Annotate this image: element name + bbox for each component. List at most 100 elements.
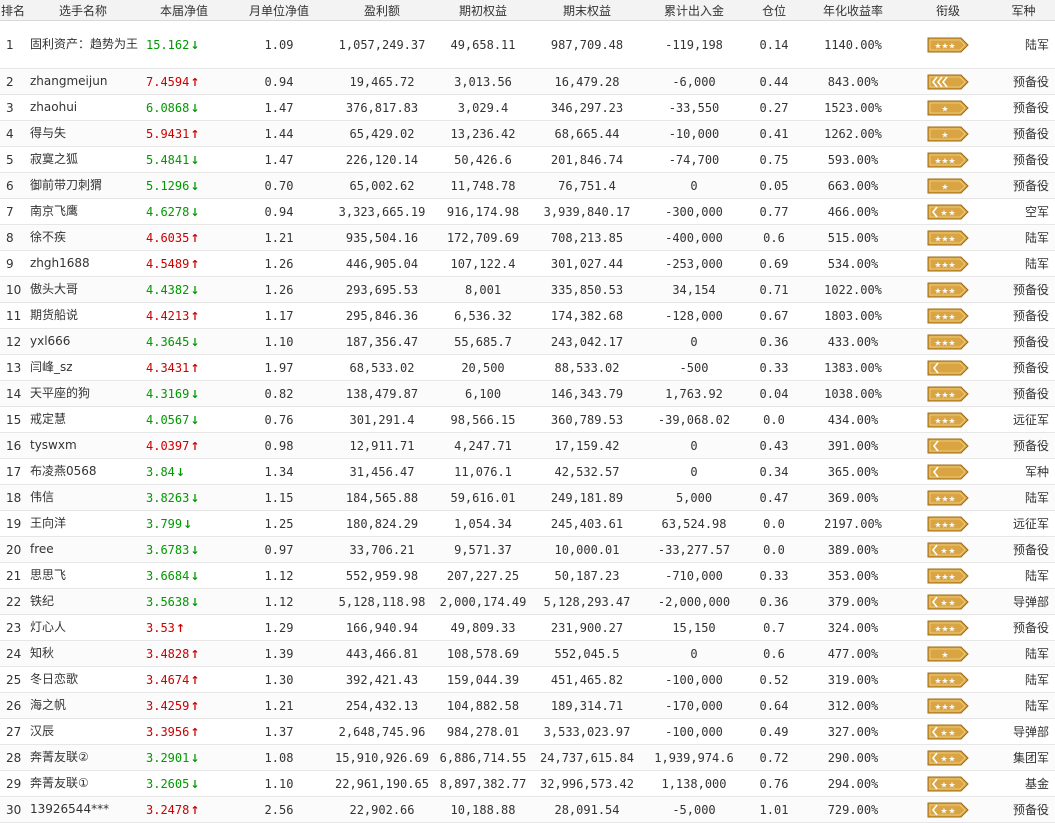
player-name[interactable]: 寂寞之狐 [26, 146, 140, 173]
trend-arrow-icon: ↑ [190, 309, 200, 323]
player-name[interactable]: 思思飞 [26, 562, 140, 589]
player-name[interactable]: 铁纪 [26, 588, 140, 615]
player-name[interactable]: zhgh1688 [26, 250, 140, 277]
branch-cell: 陆军 [992, 562, 1055, 589]
branch-cell: 军种 [992, 458, 1055, 485]
insignia-cell: ★ [904, 120, 992, 147]
player-name[interactable]: 伟信 [26, 484, 140, 511]
player-name[interactable]: zhangmeijun [26, 68, 140, 95]
start-equity-cell: 59,616.01 [434, 484, 532, 511]
header-position[interactable]: 仓位 [746, 0, 802, 21]
branch-cell: 陆军 [992, 640, 1055, 667]
header-name[interactable]: 选手名称 [26, 0, 140, 21]
player-name[interactable]: 灯心人 [26, 614, 140, 641]
svg-text:★: ★ [948, 338, 955, 347]
profit-cell: 22,961,190.65 [330, 770, 434, 797]
player-name[interactable]: 期货船说 [26, 302, 140, 329]
player-name[interactable]: tyswxm [26, 432, 140, 459]
rank-cell: 24 [0, 640, 26, 667]
player-name[interactable]: yxl666 [26, 328, 140, 355]
player-name[interactable]: 王向洋 [26, 510, 140, 537]
insignia-cell: ★ ★ [904, 744, 992, 771]
player-name[interactable]: 汉辰 [26, 718, 140, 745]
monthly-nav-cell: 2.56 [228, 796, 330, 823]
player-name[interactable]: 御前带刀刺猬 [26, 172, 140, 199]
player-name[interactable]: 闫峰_sz [26, 354, 140, 381]
nav-cell: 3.4259↑ [140, 692, 228, 719]
player-name[interactable]: 南京飞鹰 [26, 198, 140, 225]
rank-cell: 7 [0, 198, 26, 225]
start-equity-cell: 11,076.1 [434, 458, 532, 485]
player-name[interactable]: 傲头大哥 [26, 276, 140, 303]
profit-cell: 12,911.71 [330, 432, 434, 459]
end-equity-cell: 32,996,573.42 [532, 770, 642, 797]
player-name[interactable]: free [26, 536, 140, 563]
header-cumulative-flow[interactable]: 累计出入金 [642, 0, 746, 21]
branch-cell: 陆军 [992, 692, 1055, 719]
cumulative-flow-cell: -128,000 [642, 302, 746, 329]
player-name[interactable]: 海之帆 [26, 692, 140, 719]
header-profit[interactable]: 盈利额 [330, 0, 434, 21]
header-start-equity[interactable]: 期初权益 [434, 0, 532, 21]
player-name[interactable]: 布凌燕0568 [26, 458, 140, 485]
nav-value: 4.6278 [146, 204, 190, 219]
player-name[interactable]: 得与失 [26, 120, 140, 147]
header-insignia[interactable]: 衔级 [904, 0, 992, 21]
insignia-badge-icon: ★ ★ ★ [927, 334, 969, 349]
player-name[interactable]: 戒定慧 [26, 406, 140, 433]
player-name[interactable]: 知秋 [26, 640, 140, 667]
nav-value: 3.6783 [146, 542, 190, 557]
player-name[interactable]: 奔菁友联① [26, 770, 140, 797]
insignia-cell [904, 458, 992, 485]
profit-cell: 301,291.4 [330, 406, 434, 433]
rank-cell: 14 [0, 380, 26, 407]
insignia-cell [904, 432, 992, 459]
svg-text:★: ★ [948, 286, 955, 295]
annual-return-cell: 433.00% [802, 328, 904, 355]
annual-return-cell: 312.00% [802, 692, 904, 719]
header-nav[interactable]: 本届净值 [140, 0, 228, 21]
monthly-nav-cell: 1.10 [228, 770, 330, 797]
monthly-nav-cell: 1.26 [228, 250, 330, 277]
header-annual-return[interactable]: 年化收益率 [802, 0, 904, 21]
nav-value: 3.2605 [146, 776, 190, 791]
nav-cell: 4.3645↓ [140, 328, 228, 355]
header-end-equity[interactable]: 期末权益 [532, 0, 642, 21]
position-cell: 0.71 [746, 276, 802, 303]
annual-return-cell: 2197.00% [802, 510, 904, 537]
table-row: 12 yxl666 4.3645↓ 1.10 187,356.47 55,685… [0, 328, 1055, 355]
table-row: 16 tyswxm 4.0397↑ 0.98 12,911.71 4,247.7… [0, 432, 1055, 459]
cumulative-flow-cell: 34,154 [642, 276, 746, 303]
nav-cell: 3.5638↓ [140, 588, 228, 615]
player-name[interactable]: 13926544*** [26, 796, 140, 823]
cumulative-flow-cell: -100,000 [642, 718, 746, 745]
profit-cell: 226,120.14 [330, 146, 434, 173]
monthly-nav-cell: 1.12 [228, 562, 330, 589]
nav-cell: 4.3169↓ [140, 380, 228, 407]
player-name[interactable]: 奔菁友联② [26, 744, 140, 771]
nav-value: 15.162 [146, 37, 190, 52]
player-name[interactable]: 徐不疾 [26, 224, 140, 251]
player-name[interactable]: zhaohui [26, 94, 140, 121]
table-row: 8 徐不疾 4.6035↑ 1.21 935,504.16 172,709.69… [0, 224, 1055, 251]
profit-cell: 2,648,745.96 [330, 718, 434, 745]
header-branch[interactable]: 军种 [992, 0, 1055, 21]
table-header-row: 排名 选手名称 本届净值 月单位净值 盈利额 期初权益 期末权益 累计出入金 仓… [0, 0, 1055, 21]
table-row: 2 zhangmeijun 7.4594↑ 0.94 19,465.72 3,0… [0, 68, 1055, 95]
cumulative-flow-cell: -170,000 [642, 692, 746, 719]
insignia-cell [904, 354, 992, 381]
player-name[interactable]: 冬日恋歌 [26, 666, 140, 693]
position-cell: 0.0 [746, 406, 802, 433]
header-monthly-nav[interactable]: 月单位净值 [228, 0, 330, 21]
trend-arrow-icon: ↓ [190, 38, 200, 52]
nav-cell: 4.6278↓ [140, 198, 228, 225]
position-cell: 0.64 [746, 692, 802, 719]
header-rank[interactable]: 排名 [0, 0, 26, 21]
svg-text:★: ★ [941, 130, 948, 139]
nav-value: 3.2478 [146, 802, 190, 817]
player-name[interactable]: 固利资产：趋势为王 [26, 20, 140, 69]
trend-arrow-icon: ↑ [190, 699, 200, 713]
insignia-badge-icon: ★ [927, 178, 969, 193]
position-cell: 0.36 [746, 328, 802, 355]
player-name[interactable]: 天平座的狗 [26, 380, 140, 407]
